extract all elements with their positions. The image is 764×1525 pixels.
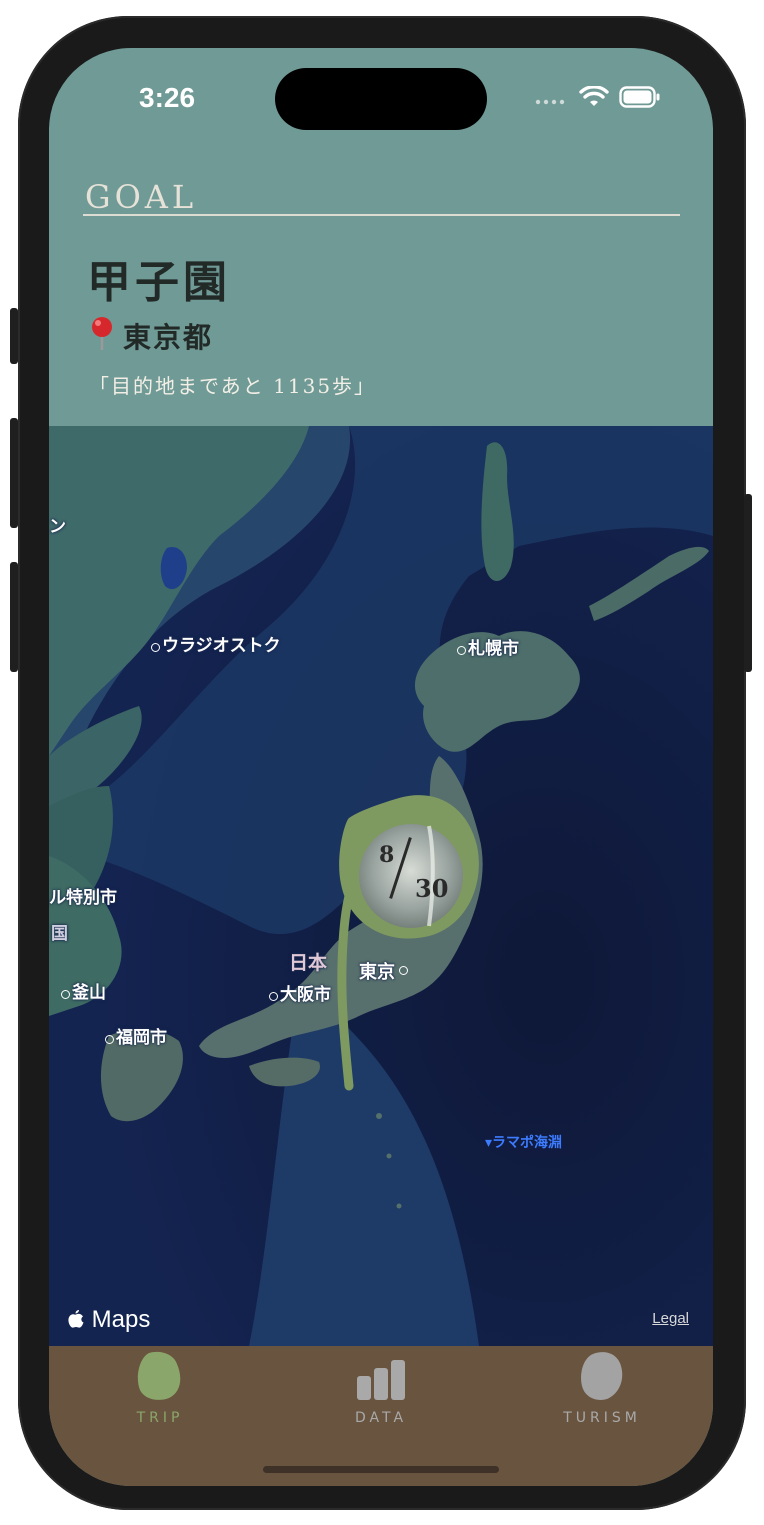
battery-icon [619,86,661,112]
bar-chart-icon [355,1350,407,1406]
tab-trip[interactable]: TRIP [85,1350,235,1430]
progress-denominator: 30 [415,874,449,903]
tab-trip-label: TRIP [136,1410,184,1426]
city-dot-icon [151,643,160,652]
stone-icon [577,1350,627,1406]
city-dot-icon [105,1035,114,1044]
city-dot-icon [457,646,466,655]
action-button [10,308,18,364]
tab-turism-label: TURISM [563,1410,641,1426]
apple-logo-icon [67,1306,92,1333]
city-dot-icon [399,966,408,975]
map-label-korea: 国 [51,924,68,944]
map-label-busan: 釜山 [61,978,106,1003]
tab-data[interactable]: DATA [306,1350,456,1430]
destination-name: 甲子園 [87,257,231,308]
map-label-edge: ン [49,517,66,537]
app-screen: 3:26 GOAL 甲子園 東京都 「目的地まであと 1135歩」 ウラジオスト… [49,48,713,1486]
tab-bar: TRIP DATA TURISM [49,1346,713,1486]
goal-label: GOAL [85,178,198,216]
map-label-seoul: ル特別市 [49,888,117,908]
volume-up-button [10,418,18,528]
legal-link[interactable]: Legal [652,1310,689,1327]
signal-icon [535,90,569,109]
city-dot-icon [269,992,278,1001]
map-pin-icon [89,316,115,356]
dynamic-island [275,68,487,130]
remaining-steps-message: 「目的地まであと 1135歩」 [89,374,377,398]
map-view[interactable]: ウラジオストク 札幌市 ル特別市 国 釜山 福岡市 日本 大阪市 東京 ▾ラマポ… [49,426,713,1346]
progress-counter[interactable]: 8 30 [359,824,463,928]
power-button [744,494,752,672]
prefecture-name: 東京都 [123,321,214,354]
map-label-ramapo-deep: ▾ラマポ海淵 [485,1135,563,1151]
progress-numerator: 8 [379,842,395,868]
goal-divider [83,214,680,216]
wifi-icon [579,85,609,112]
volume-down-button [10,562,18,672]
status-icons [535,85,661,112]
map-label-osaka: 大阪市 [269,980,331,1005]
map-label-tokyo: 東京 [359,958,408,984]
tab-turism[interactable]: TURISM [527,1350,677,1430]
home-indicator[interactable] [263,1466,499,1473]
tab-data-label: DATA [354,1410,408,1426]
status-time: 3:26 [139,82,196,113]
city-dot-icon [61,990,70,999]
map-label-vladivostok: ウラジオストク [151,631,281,656]
map-label-japan: 日本 [289,952,328,974]
map-label-fukuoka: 福岡市 [105,1023,167,1048]
location-row: 東京都 [89,316,213,356]
map-label-sapporo: 札幌市 [457,634,519,659]
leaf-icon [135,1350,185,1406]
apple-maps-logo: Maps [67,1306,150,1334]
